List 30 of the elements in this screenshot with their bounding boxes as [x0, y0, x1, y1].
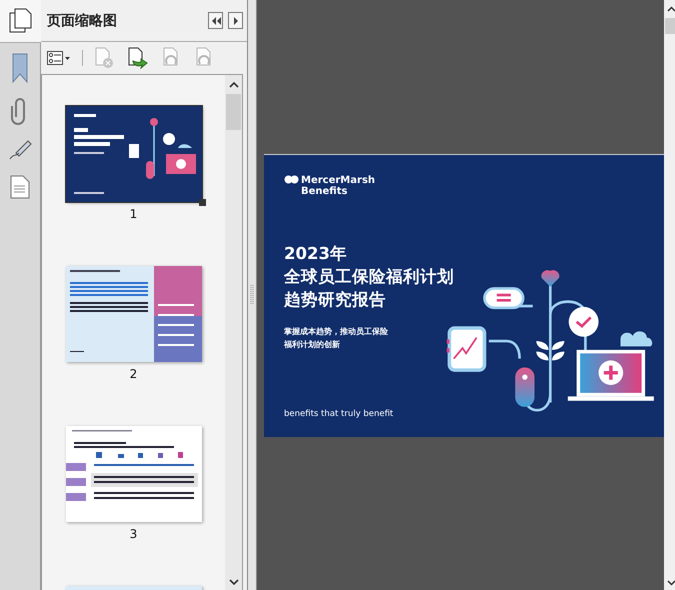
page-number: 3 — [130, 527, 138, 541]
page-thumbnail[interactable] — [66, 106, 202, 202]
report-title: 趋势研究报告 — [284, 288, 387, 310]
logo-text: Benefits — [301, 186, 348, 196]
report-subtitle: 掌握成本趋势，推动员工保险 — [284, 326, 389, 338]
bookmark-icon[interactable] — [11, 53, 29, 83]
expand-button[interactable] — [228, 12, 243, 29]
tagline: benefits that truly benefit — [284, 408, 394, 418]
pages-icon[interactable] — [8, 8, 32, 34]
page-number: 2 — [130, 367, 138, 381]
options-menu-icon[interactable] — [47, 51, 71, 65]
page-thumbnail[interactable] — [66, 266, 202, 362]
report-title: 2023年 — [284, 242, 348, 264]
logo-text: MercerMarsh — [301, 174, 376, 186]
scrollbar-thumb[interactable] — [226, 94, 241, 130]
document-icon[interactable] — [10, 175, 30, 199]
logo-icon — [284, 174, 299, 184]
collapse-panel-button[interactable] — [208, 12, 223, 29]
panel-title: 页面缩略图 — [47, 12, 118, 30]
report-title: 全球员工保险福利计划 — [284, 266, 455, 288]
double-left-arrow-icon — [210, 16, 220, 24]
resize-handle — [198, 199, 206, 206]
scrollbar-thumb[interactable] — [665, 18, 675, 34]
signature-pen-icon[interactable] — [8, 139, 32, 161]
page-number: 1 — [130, 207, 138, 221]
splitter-grip-icon[interactable] — [250, 285, 254, 305]
page-thumbnail[interactable] — [66, 426, 202, 522]
report-subtitle: 福利计划的创新 — [284, 338, 341, 350]
insert-page-icon[interactable] — [127, 47, 149, 69]
right-arrow-icon — [232, 16, 238, 24]
